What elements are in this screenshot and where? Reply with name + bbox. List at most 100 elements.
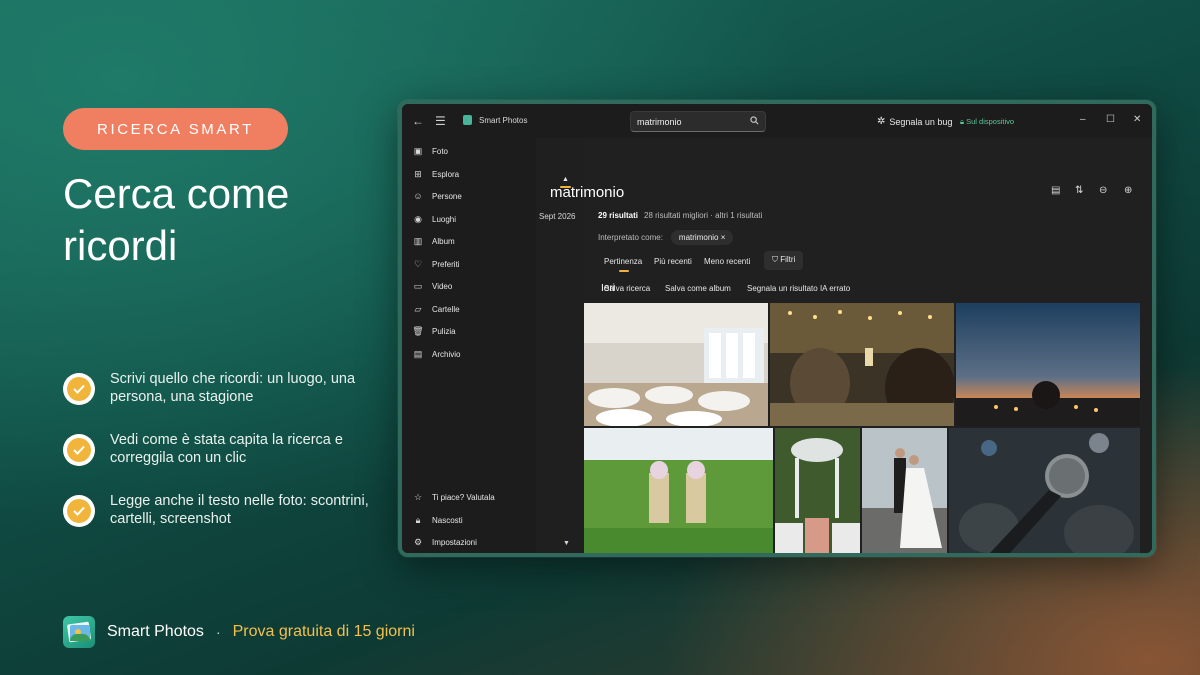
filters-button[interactable]: ⛉ Filtri [764, 251, 804, 270]
hamburger-menu-icon[interactable]: ☰ [435, 114, 446, 128]
footer: Smart Photos · Prova gratuita di 15 gior… [63, 615, 415, 649]
sidebar-item-label: Video [432, 281, 453, 291]
back-arrow-icon[interactable]: ← [412, 114, 424, 128]
app-logo-icon [63, 616, 95, 648]
interpreted-label: Interpretato come: [598, 233, 663, 242]
close-icon[interactable]: ✕ [1133, 114, 1141, 125]
search-icon[interactable] [750, 116, 759, 127]
result-count-detail: 28 risultati migliori · altri 1 risultat… [644, 211, 763, 220]
report-bug-button[interactable]: ✲ Segnala un bug [877, 116, 952, 127]
sidebar-item-archivio[interactable]: ▤ Archivio [412, 345, 461, 363]
sidebar-item-album[interactable]: ▥ Album [412, 232, 455, 250]
photo-thumbnail[interactable] [584, 428, 773, 553]
explore-icon: ⊞ [414, 168, 422, 179]
gear-icon: ⚙ [413, 536, 423, 547]
sidebar-item-label: Impostazioni [432, 537, 477, 547]
zoom-in-icon[interactable]: ⊕ [1124, 185, 1132, 196]
sidebar-item-nascosti[interactable]: 🔒︎ Nascosti [412, 511, 463, 529]
filter-icon: ⛉ [772, 255, 778, 264]
app-window: ← ☰ Smart Photos ✲ Segnala un bug 🔒︎ Sul… [398, 100, 1156, 557]
interpreted-chip[interactable]: matrimonio × [670, 230, 734, 245]
lock-icon: 🔒︎ [960, 117, 964, 126]
brand-name: Smart Photos [107, 623, 204, 640]
feature-item: Scrivi quello che ricordi: un luogo, una… [63, 370, 383, 406]
photo-thumbnail[interactable] [775, 428, 860, 553]
footer-separator: · [215, 624, 221, 640]
on-device-badge: 🔒︎ Sul dispositivo [960, 117, 1014, 127]
feature-badge: RICERCA SMART [63, 108, 288, 150]
sort-relevance[interactable]: Pertinenza [604, 257, 642, 266]
sidebar: ▣ Foto ⊞ Esplora ☺ Persone ◉ Luoghi ▥ Album ♡… [402, 138, 536, 553]
feature-text: Vedi come è stata capita la ricerca e co… [110, 432, 343, 466]
search-query-title: matrimonio [550, 184, 625, 201]
photo-thumbnail[interactable] [956, 303, 1140, 426]
minimize-icon[interactable]: – [1080, 114, 1086, 125]
sidebar-item-label: Foto [432, 146, 449, 156]
timeline-date[interactable]: Sept 2026 [539, 212, 575, 221]
lock-icon: 🔒︎ [415, 514, 421, 525]
timeline-up-arrow-icon[interactable]: ▲ [562, 176, 569, 183]
photo-icon: ▣ [413, 145, 423, 156]
sidebar-item-label: Persone [432, 191, 462, 201]
sidebar-item-label: Album [432, 236, 455, 246]
photo-thumbnail[interactable] [862, 428, 947, 553]
report-ai-result-button[interactable]: Segnala un risultato IA errato [747, 284, 850, 293]
feature-text: Scrivi quello che ricordi: un luogo, una… [110, 371, 356, 405]
main-content: ▲ Sept 2026 ▼ matrimonio 29 risultati 28 … [536, 138, 1152, 553]
sidebar-item-esplora[interactable]: ⊞ Esplora [412, 165, 459, 183]
details-icon[interactable]: ▤ [1051, 185, 1060, 196]
bug-icon: ✲ [877, 116, 886, 127]
check-icon [63, 495, 95, 527]
chip-remove-icon[interactable]: × [721, 233, 726, 242]
feature-list: Scrivi quello che ricordi: un luogo, una… [63, 370, 383, 553]
section-heading: Ieri [601, 283, 615, 294]
sidebar-item-label: Cartelle [432, 304, 460, 314]
trash-icon: 🗑︎ [412, 325, 424, 336]
places-icon: ◉ [414, 213, 422, 224]
check-icon [63, 434, 95, 466]
sidebar-item-label: Luoghi [432, 214, 457, 224]
sidebar-item-rate[interactable]: ☆ Ti piace? Valutala [412, 488, 495, 506]
sidebar-item-foto[interactable]: ▣ Foto [412, 142, 448, 160]
sidebar-item-label: Nascosti [432, 515, 463, 525]
heart-icon: ♡ [413, 258, 423, 269]
sidebar-item-video[interactable]: ▭ Video [412, 277, 453, 295]
album-icon: ▥ [413, 235, 423, 246]
photo-thumbnail[interactable] [584, 303, 768, 426]
filters-label: Filtri [780, 255, 796, 264]
report-bug-label: Segnala un bug [889, 116, 953, 127]
check-icon [63, 373, 95, 405]
sunset-couple-photo [956, 303, 1140, 426]
archive-icon: ▤ [413, 348, 423, 359]
timeline-down-arrow-icon[interactable]: ▼ [563, 540, 570, 547]
garden-chairs-photo [584, 428, 773, 553]
app-mini-icon [463, 115, 472, 125]
result-counts: 29 risultati 28 risultati migliori · altr… [598, 211, 762, 220]
search-input[interactable] [631, 113, 741, 131]
sidebar-item-persone[interactable]: ☺ Persone [412, 187, 462, 205]
star-icon: ☆ [413, 491, 423, 502]
sidebar-item-preferiti[interactable]: ♡ Preferiti [412, 255, 460, 273]
photo-thumbnail[interactable] [770, 303, 954, 426]
microphone-photo [949, 428, 1140, 553]
sidebar-item-cartelle[interactable]: ▱ Cartelle [412, 300, 460, 318]
app-title: Smart Photos [479, 116, 528, 125]
photo-thumbnail[interactable] [949, 428, 1140, 553]
people-icon: ☺ [413, 191, 423, 201]
save-as-album-button[interactable]: Salva come album [665, 284, 731, 293]
sidebar-item-luoghi[interactable]: ◉ Luoghi [412, 210, 456, 228]
sort-active-indicator [619, 270, 629, 272]
zoom-out-icon[interactable]: ⊖ [1099, 185, 1107, 196]
title-bar: ← ☰ Smart Photos ✲ Segnala un bug 🔒︎ Sul… [402, 104, 1152, 138]
sort-newest[interactable]: Più recenti [654, 257, 692, 266]
sidebar-item-pulizia[interactable]: 🗑︎ Pulizia [412, 322, 455, 340]
sort-oldest[interactable]: Meno recenti [704, 257, 750, 266]
sort-icon[interactable]: ⇅ [1075, 185, 1083, 196]
sidebar-item-impostazioni[interactable]: ⚙ Impostazioni [412, 533, 477, 551]
beach-couple-photo [862, 428, 947, 553]
maximize-icon[interactable]: ☐ [1106, 114, 1115, 125]
feature-text: Legge anche il testo nelle foto: scontri… [110, 493, 369, 527]
trial-offer: Prova gratuita di 15 giorni [232, 623, 415, 640]
sidebar-item-label: Archivio [432, 349, 461, 359]
search-box[interactable] [630, 111, 766, 132]
